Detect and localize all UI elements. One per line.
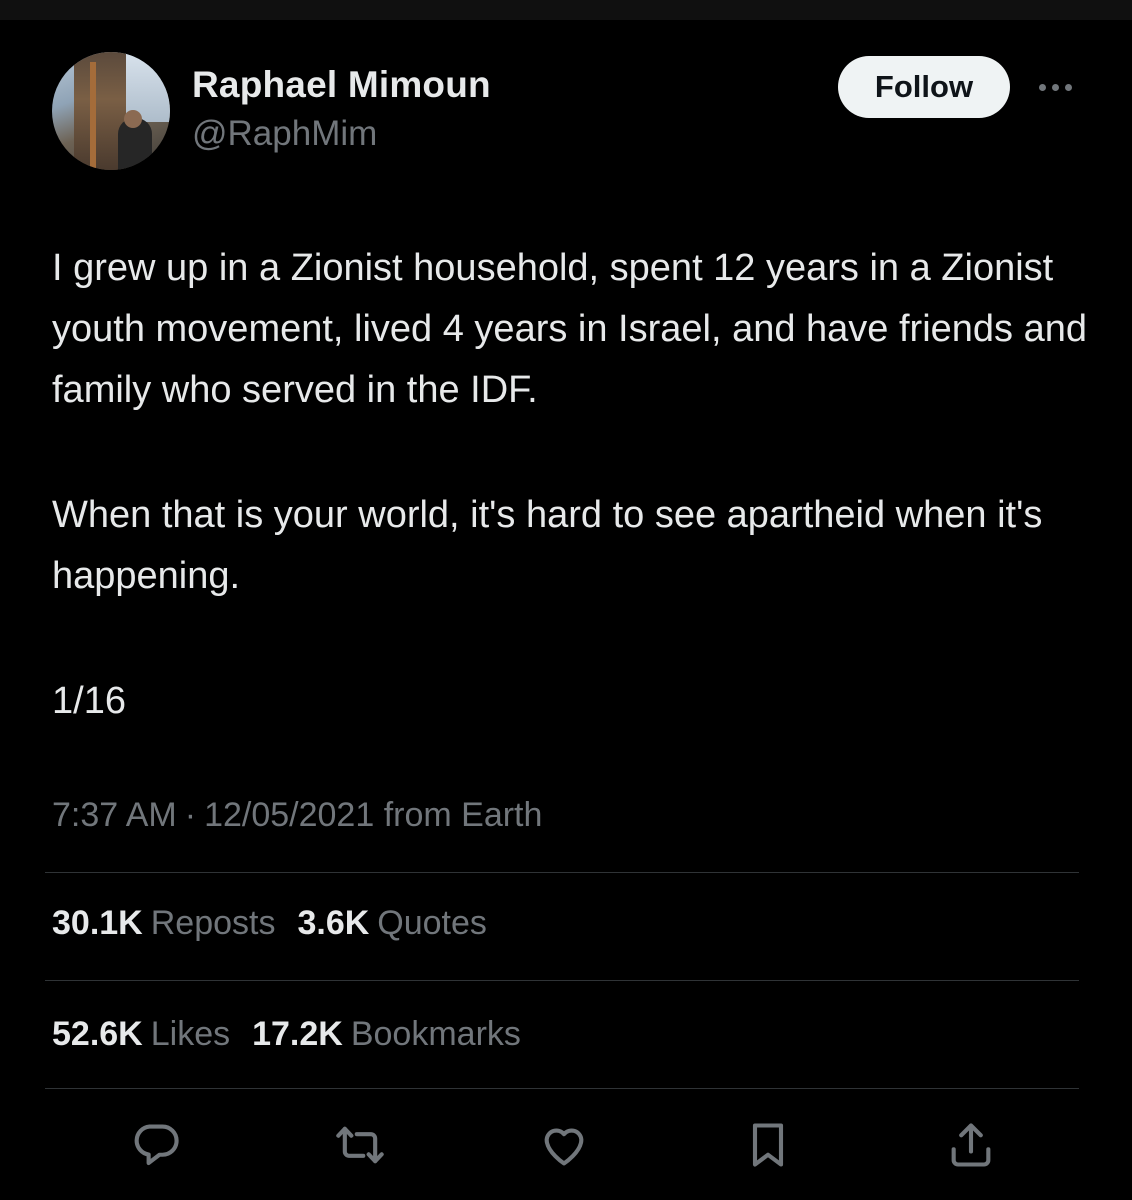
more-dot xyxy=(1038,83,1046,91)
repost-icon xyxy=(336,1126,384,1164)
share-icon xyxy=(951,1123,991,1167)
stats-row-likes-bookmarks: 52.6K Likes 17.2K Bookmarks xyxy=(52,1015,521,1054)
tweet-metadata: 7:37 AM · 12/05/2021 from Earth xyxy=(52,796,542,835)
bookmarks-count: 17.2K xyxy=(252,1015,343,1053)
divider xyxy=(45,980,1079,981)
tweet-text: I grew up in a Zionist household, spent … xyxy=(52,238,1092,732)
tweet-paragraph: I grew up in a Zionist household, spent … xyxy=(52,247,1088,411)
avatar-head xyxy=(124,110,142,128)
avatar-building-detail xyxy=(90,62,96,170)
stats-row-reposts-quotes: 30.1K Reposts 3.6K Quotes xyxy=(52,904,487,943)
likes-label: Likes xyxy=(150,1015,231,1053)
bookmarks-stat[interactable]: 17.2K Bookmarks xyxy=(252,1015,521,1054)
tweet-date[interactable]: 12/05/2021 xyxy=(204,796,374,834)
quotes-stat[interactable]: 3.6K Quotes xyxy=(297,904,486,943)
tweet-paragraph: 1/16 xyxy=(52,680,126,722)
share-button[interactable] xyxy=(936,1110,1006,1180)
bookmarks-label: Bookmarks xyxy=(350,1015,521,1053)
meta-separator: · xyxy=(184,796,197,834)
bookmark-button[interactable] xyxy=(733,1110,803,1180)
quotes-count: 3.6K xyxy=(297,904,370,942)
likes-count: 52.6K xyxy=(52,1015,143,1053)
tweet-source: from Earth xyxy=(383,796,543,834)
divider xyxy=(45,1088,1079,1089)
more-dot xyxy=(1051,83,1059,91)
tweet-paragraph: When that is your world, it's hard to se… xyxy=(52,494,1043,597)
repost-button[interactable] xyxy=(325,1110,395,1180)
action-bar xyxy=(0,1110,1132,1180)
reply-icon xyxy=(134,1124,179,1166)
reply-button[interactable] xyxy=(121,1110,191,1180)
more-dot xyxy=(1064,83,1072,91)
reposts-stat[interactable]: 30.1K Reposts xyxy=(52,904,275,943)
like-icon xyxy=(544,1128,584,1166)
bookmark-icon xyxy=(752,1123,784,1167)
likes-stat[interactable]: 52.6K Likes xyxy=(52,1015,230,1054)
reposts-label: Reposts xyxy=(150,904,276,942)
author-display-name[interactable]: Raphael Mimoun xyxy=(192,64,491,106)
tweet-time[interactable]: 7:37 AM xyxy=(52,796,177,834)
reposts-count: 30.1K xyxy=(52,904,143,942)
author-handle[interactable]: @RaphMim xyxy=(192,114,377,154)
divider xyxy=(45,872,1079,873)
follow-button[interactable]: Follow xyxy=(838,56,1010,118)
more-options-icon[interactable] xyxy=(1032,70,1078,104)
quotes-label: Quotes xyxy=(377,904,487,942)
like-button[interactable] xyxy=(529,1110,599,1180)
top-strip xyxy=(0,0,1132,20)
avatar[interactable] xyxy=(52,52,170,170)
